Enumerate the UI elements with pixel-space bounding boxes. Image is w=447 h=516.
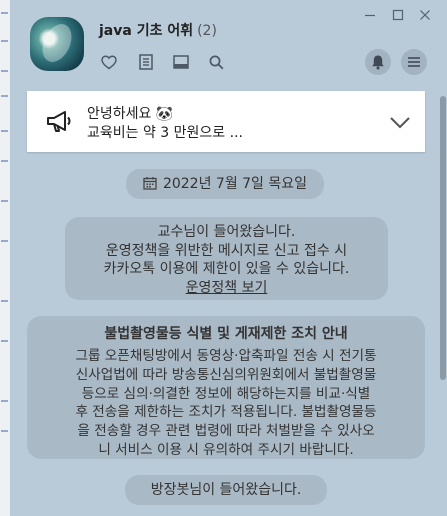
bell-icon[interactable] (365, 49, 391, 75)
warning-body: 그룹 오픈채팅방에서 동영상·압축파일 전송 시 전기통 신사업법에 따라 방송… (27, 347, 425, 460)
chat-window: java 기초 어휘 (2) 안녕하세요 🐼 교육비는 약 3 만원으로 ...… (10, 0, 447, 516)
system-join-text: 교수님이 들어왔습니다. (157, 224, 296, 240)
chatroom-name: java 기초 어휘 (99, 23, 194, 39)
warning-notice-bubble: 불법촬영물등 식별 및 게재제한 조치 안내 그룹 오픈채팅방에서 동영상·압축… (27, 316, 425, 459)
maximize-icon[interactable] (389, 6, 407, 24)
chevron-down-icon[interactable] (389, 111, 411, 133)
heart-icon[interactable] (99, 52, 119, 72)
date-divider: 2022년 7월 7일 목요일 (126, 169, 324, 199)
notes-icon[interactable] (136, 52, 156, 72)
close-icon[interactable] (416, 6, 434, 24)
date-text: 2022년 7월 7일 목요일 (162, 176, 308, 192)
chatroom-title: java 기초 어휘 (2) (99, 20, 217, 40)
policy-text-line2: 카카오톡 이용에 제한이 있을 수 있습니다. (103, 261, 350, 277)
notice-preview: 교육비는 약 3 만원으로 ... (87, 125, 243, 141)
megaphone-icon (45, 109, 73, 135)
warning-title: 불법촬영물등 식별 및 게재제한 조치 안내 (104, 326, 348, 342)
chat-header: java 기초 어휘 (2) (10, 0, 447, 86)
member-count: (2) (197, 23, 217, 39)
system-message-host-joined: 방장봇님이 들어왔습니다. (125, 475, 327, 505)
menu-icon[interactable] (401, 49, 427, 75)
warning-line: 후 전송을 제한하는 조치가 적용됩니다. 불법촬영물등 (75, 404, 377, 421)
minimize-icon[interactable] (361, 6, 379, 24)
calendar-icon (143, 171, 157, 201)
warning-line: 니 서비스 이용 시 유의하여 주시기 바랍니다. (98, 441, 354, 458)
notice-banner[interactable]: 안녕하세요 🐼 교육비는 약 3 만원으로 ... (27, 91, 425, 152)
policy-link[interactable]: 운영정책 보기 (186, 280, 268, 296)
system-message-professor-joined: 교수님이 들어왔습니다. 운영정책을 위반한 메시지로 신고 접수 시 카카오톡… (65, 217, 388, 300)
warning-line: 신사업법에 따라 방송통신심의위원회에서 불법촬영물 (75, 366, 377, 383)
warning-line: 을 전송할 경우 관련 법령에 따라 처벌받을 수 있사오 (77, 423, 375, 440)
album-icon[interactable] (171, 52, 191, 72)
warning-line: 그룹 오픈채팅방에서 동영상·압축파일 전송 시 전기통 (75, 348, 377, 364)
warning-line: 등으로 심의·의결한 정보에 해당하는지를 비교·식별 (81, 385, 371, 402)
chatroom-avatar[interactable] (30, 17, 84, 71)
scrollbar-thumb[interactable] (440, 96, 446, 380)
policy-text-line1: 운영정책을 위반한 메시지로 신고 접수 시 (105, 242, 348, 259)
notice-title: 안녕하세요 🐼 (87, 106, 174, 122)
search-icon[interactable] (206, 52, 226, 72)
